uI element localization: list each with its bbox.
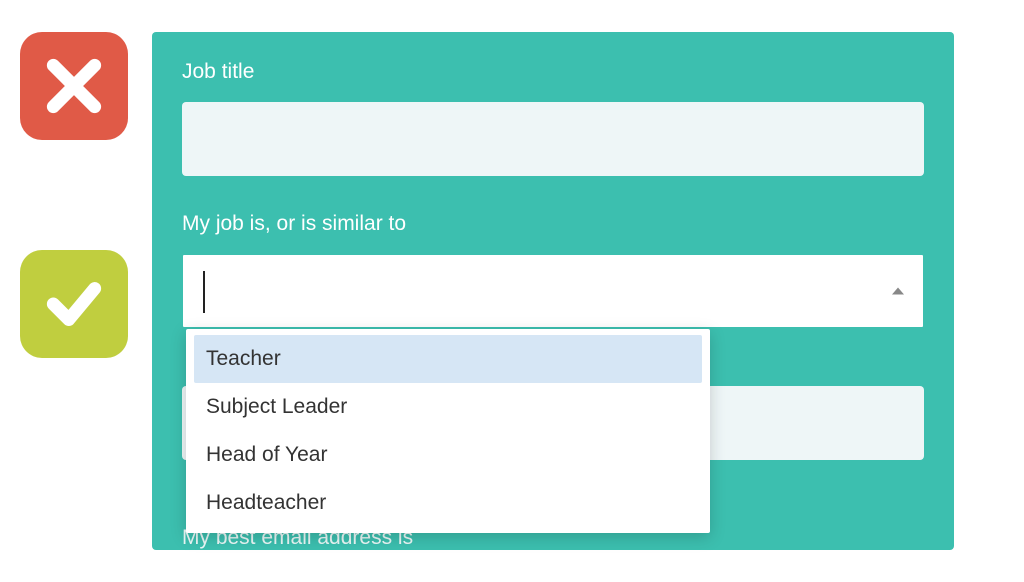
check-icon [43, 273, 105, 335]
dropdown-option[interactable]: Head of Year [186, 431, 710, 479]
job-similar-dropdown: Teacher Subject Leader Head of Year Head… [186, 329, 710, 533]
check-indicator [20, 250, 128, 358]
dropdown-option[interactable]: Headteacher [186, 479, 710, 527]
job-title-input[interactable] [182, 102, 924, 176]
page-wrapper: Job title My job is, or is similar to Te… [0, 0, 1024, 582]
dropdown-option[interactable]: Subject Leader [186, 383, 710, 431]
form-panel: Job title My job is, or is similar to Te… [152, 32, 954, 550]
job-similar-label: My job is, or is similar to [182, 212, 924, 236]
chevron-up-icon[interactable] [892, 288, 904, 295]
job-title-label: Job title [182, 60, 924, 84]
dropdown-option[interactable]: Teacher [194, 335, 702, 383]
job-similar-combobox[interactable]: Teacher Subject Leader Head of Year Head… [182, 254, 924, 328]
job-similar-input[interactable] [182, 254, 924, 328]
cross-indicator [20, 32, 128, 140]
text-cursor [203, 271, 205, 313]
indicator-column [20, 32, 128, 358]
cross-icon [43, 55, 105, 117]
